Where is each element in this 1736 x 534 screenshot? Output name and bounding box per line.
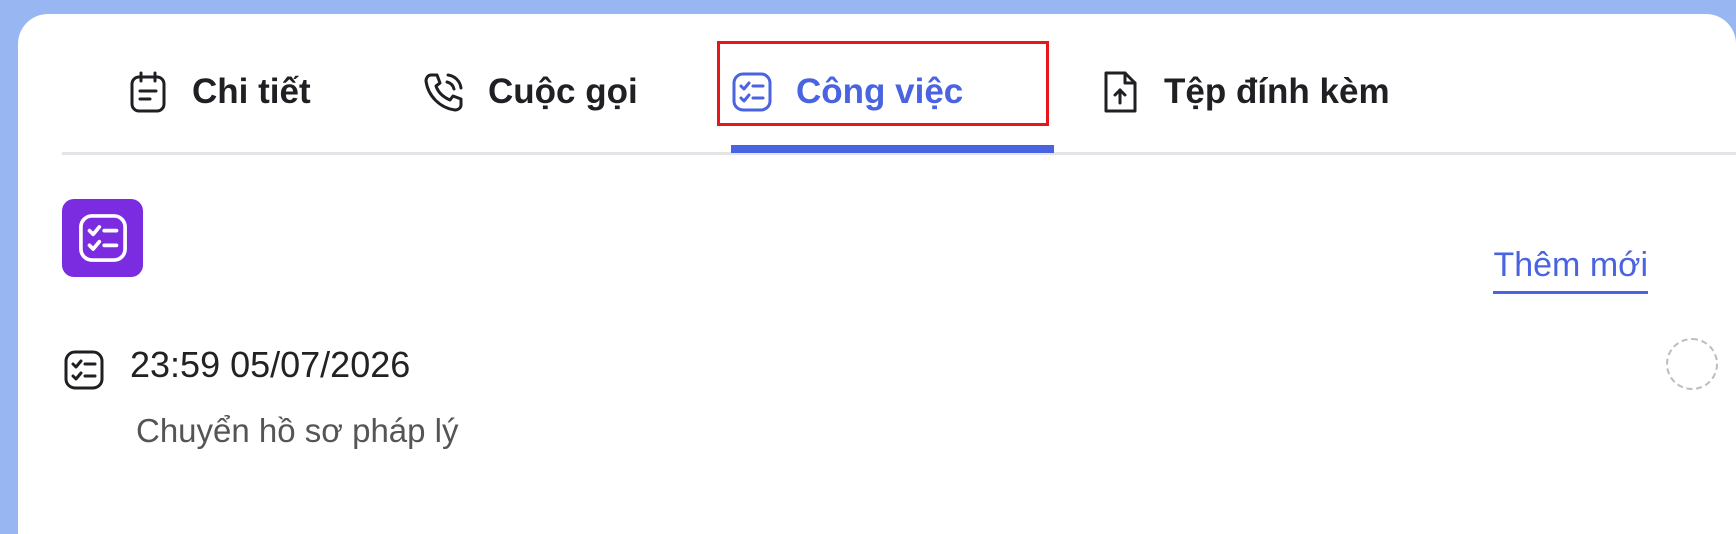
- tab-highlight-box: [717, 41, 1049, 126]
- active-tab-underline: [731, 145, 1054, 153]
- tab-bar: Chi tiết Cuộc gọi Công việc Tệp đính kèm: [62, 14, 1736, 155]
- tab-calls[interactable]: Cuộc gọi: [422, 48, 638, 136]
- clipboard-icon: [126, 70, 170, 114]
- tab-attachments-label: Tệp đính kèm: [1164, 72, 1390, 111]
- add-new-button[interactable]: Thêm mới: [1493, 246, 1648, 294]
- task-list-badge: [62, 199, 143, 277]
- task-due-time: 23:59 05/07/2026: [130, 344, 411, 385]
- tab-details-label: Chi tiết: [192, 72, 311, 111]
- tab-attachments[interactable]: Tệp đính kèm: [1098, 48, 1390, 136]
- file-upload-icon: [1098, 70, 1142, 114]
- task-item[interactable]: 23:59 05/07/2026 Chuyển hồ sơ pháp lý: [62, 332, 1718, 452]
- tab-calls-label: Cuộc gọi: [488, 72, 638, 111]
- task-list-icon: [62, 348, 106, 392]
- task-complete-toggle[interactable]: [1666, 338, 1718, 390]
- task-list-icon: [78, 214, 127, 262]
- task-card: Chi tiết Cuộc gọi Công việc Tệp đính kèm…: [18, 14, 1736, 534]
- phone-call-icon: [422, 70, 466, 114]
- tab-details[interactable]: Chi tiết: [126, 48, 311, 136]
- task-title: Chuyển hồ sơ pháp lý: [136, 412, 459, 449]
